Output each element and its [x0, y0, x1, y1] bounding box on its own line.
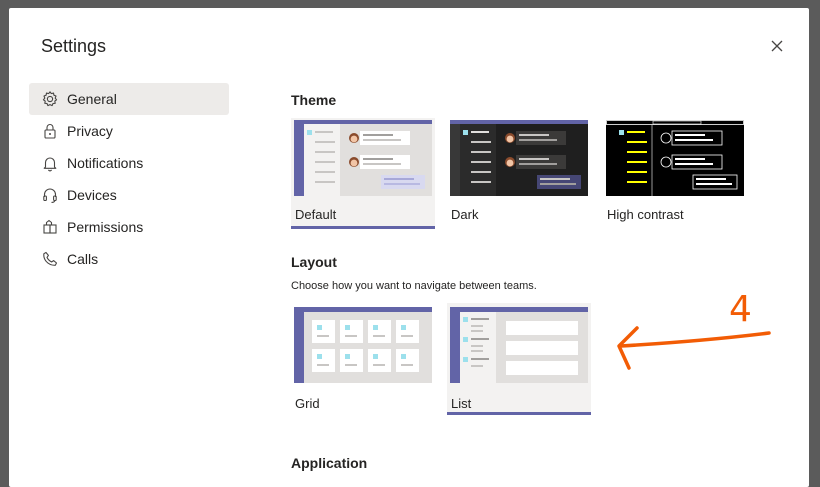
selected-indicator	[447, 412, 591, 415]
nav-item-permissions[interactable]: Permissions	[29, 211, 229, 243]
theme-section-title: Theme	[291, 92, 337, 108]
grid-layout-preview	[291, 303, 435, 385]
selected-indicator	[291, 226, 435, 229]
nav-item-notifications[interactable]: Notifications	[29, 147, 229, 179]
annotation-arrow: 4	[617, 293, 771, 370]
gear-icon	[41, 90, 59, 108]
headset-icon	[41, 186, 59, 204]
theme-option-default[interactable]: Default	[291, 118, 435, 229]
lock-icon	[41, 122, 59, 140]
settings-dialog: Settings General Privacy Notifications D…	[9, 8, 809, 487]
nav-item-label: Calls	[67, 251, 99, 267]
nav-item-label: Devices	[67, 187, 117, 203]
nav-item-label: Notifications	[67, 155, 144, 171]
nav-item-devices[interactable]: Devices	[29, 179, 229, 211]
layout-section-description: Choose how you want to navigate between …	[291, 280, 537, 292]
nav-item-label: General	[67, 91, 117, 107]
close-button[interactable]	[769, 38, 785, 54]
settings-nav: General Privacy Notifications Devices Pe…	[29, 83, 229, 275]
theme-option-dark[interactable]: Dark	[447, 118, 591, 229]
high-contrast-theme-preview	[603, 118, 747, 198]
theme-option-high-contrast[interactable]: High contrast	[603, 118, 747, 229]
default-theme-preview	[291, 118, 435, 198]
layout-option-label: List	[451, 396, 472, 411]
layout-option-list[interactable]: List	[447, 303, 591, 415]
permissions-icon	[41, 218, 59, 236]
nav-item-general[interactable]: General	[29, 83, 229, 115]
nav-item-privacy[interactable]: Privacy	[29, 115, 229, 147]
nav-item-label: Privacy	[67, 123, 113, 139]
nav-item-calls[interactable]: Calls	[29, 243, 229, 275]
theme-option-label: Dark	[451, 207, 479, 222]
theme-option-label: High contrast	[607, 207, 684, 222]
theme-option-label: Default	[295, 207, 337, 222]
dialog-title: Settings	[41, 36, 107, 56]
nav-item-label: Permissions	[67, 219, 144, 235]
bell-icon	[41, 154, 59, 172]
application-section-title: Application	[291, 455, 368, 471]
layout-option-grid[interactable]: Grid	[291, 303, 435, 414]
annotation-label: 4	[729, 293, 752, 330]
list-layout-preview	[447, 303, 591, 385]
layout-option-label: Grid	[295, 396, 320, 411]
close-icon	[771, 40, 783, 52]
dark-theme-preview	[447, 118, 591, 198]
layout-section-title: Layout	[291, 254, 337, 270]
phone-icon	[41, 250, 59, 268]
